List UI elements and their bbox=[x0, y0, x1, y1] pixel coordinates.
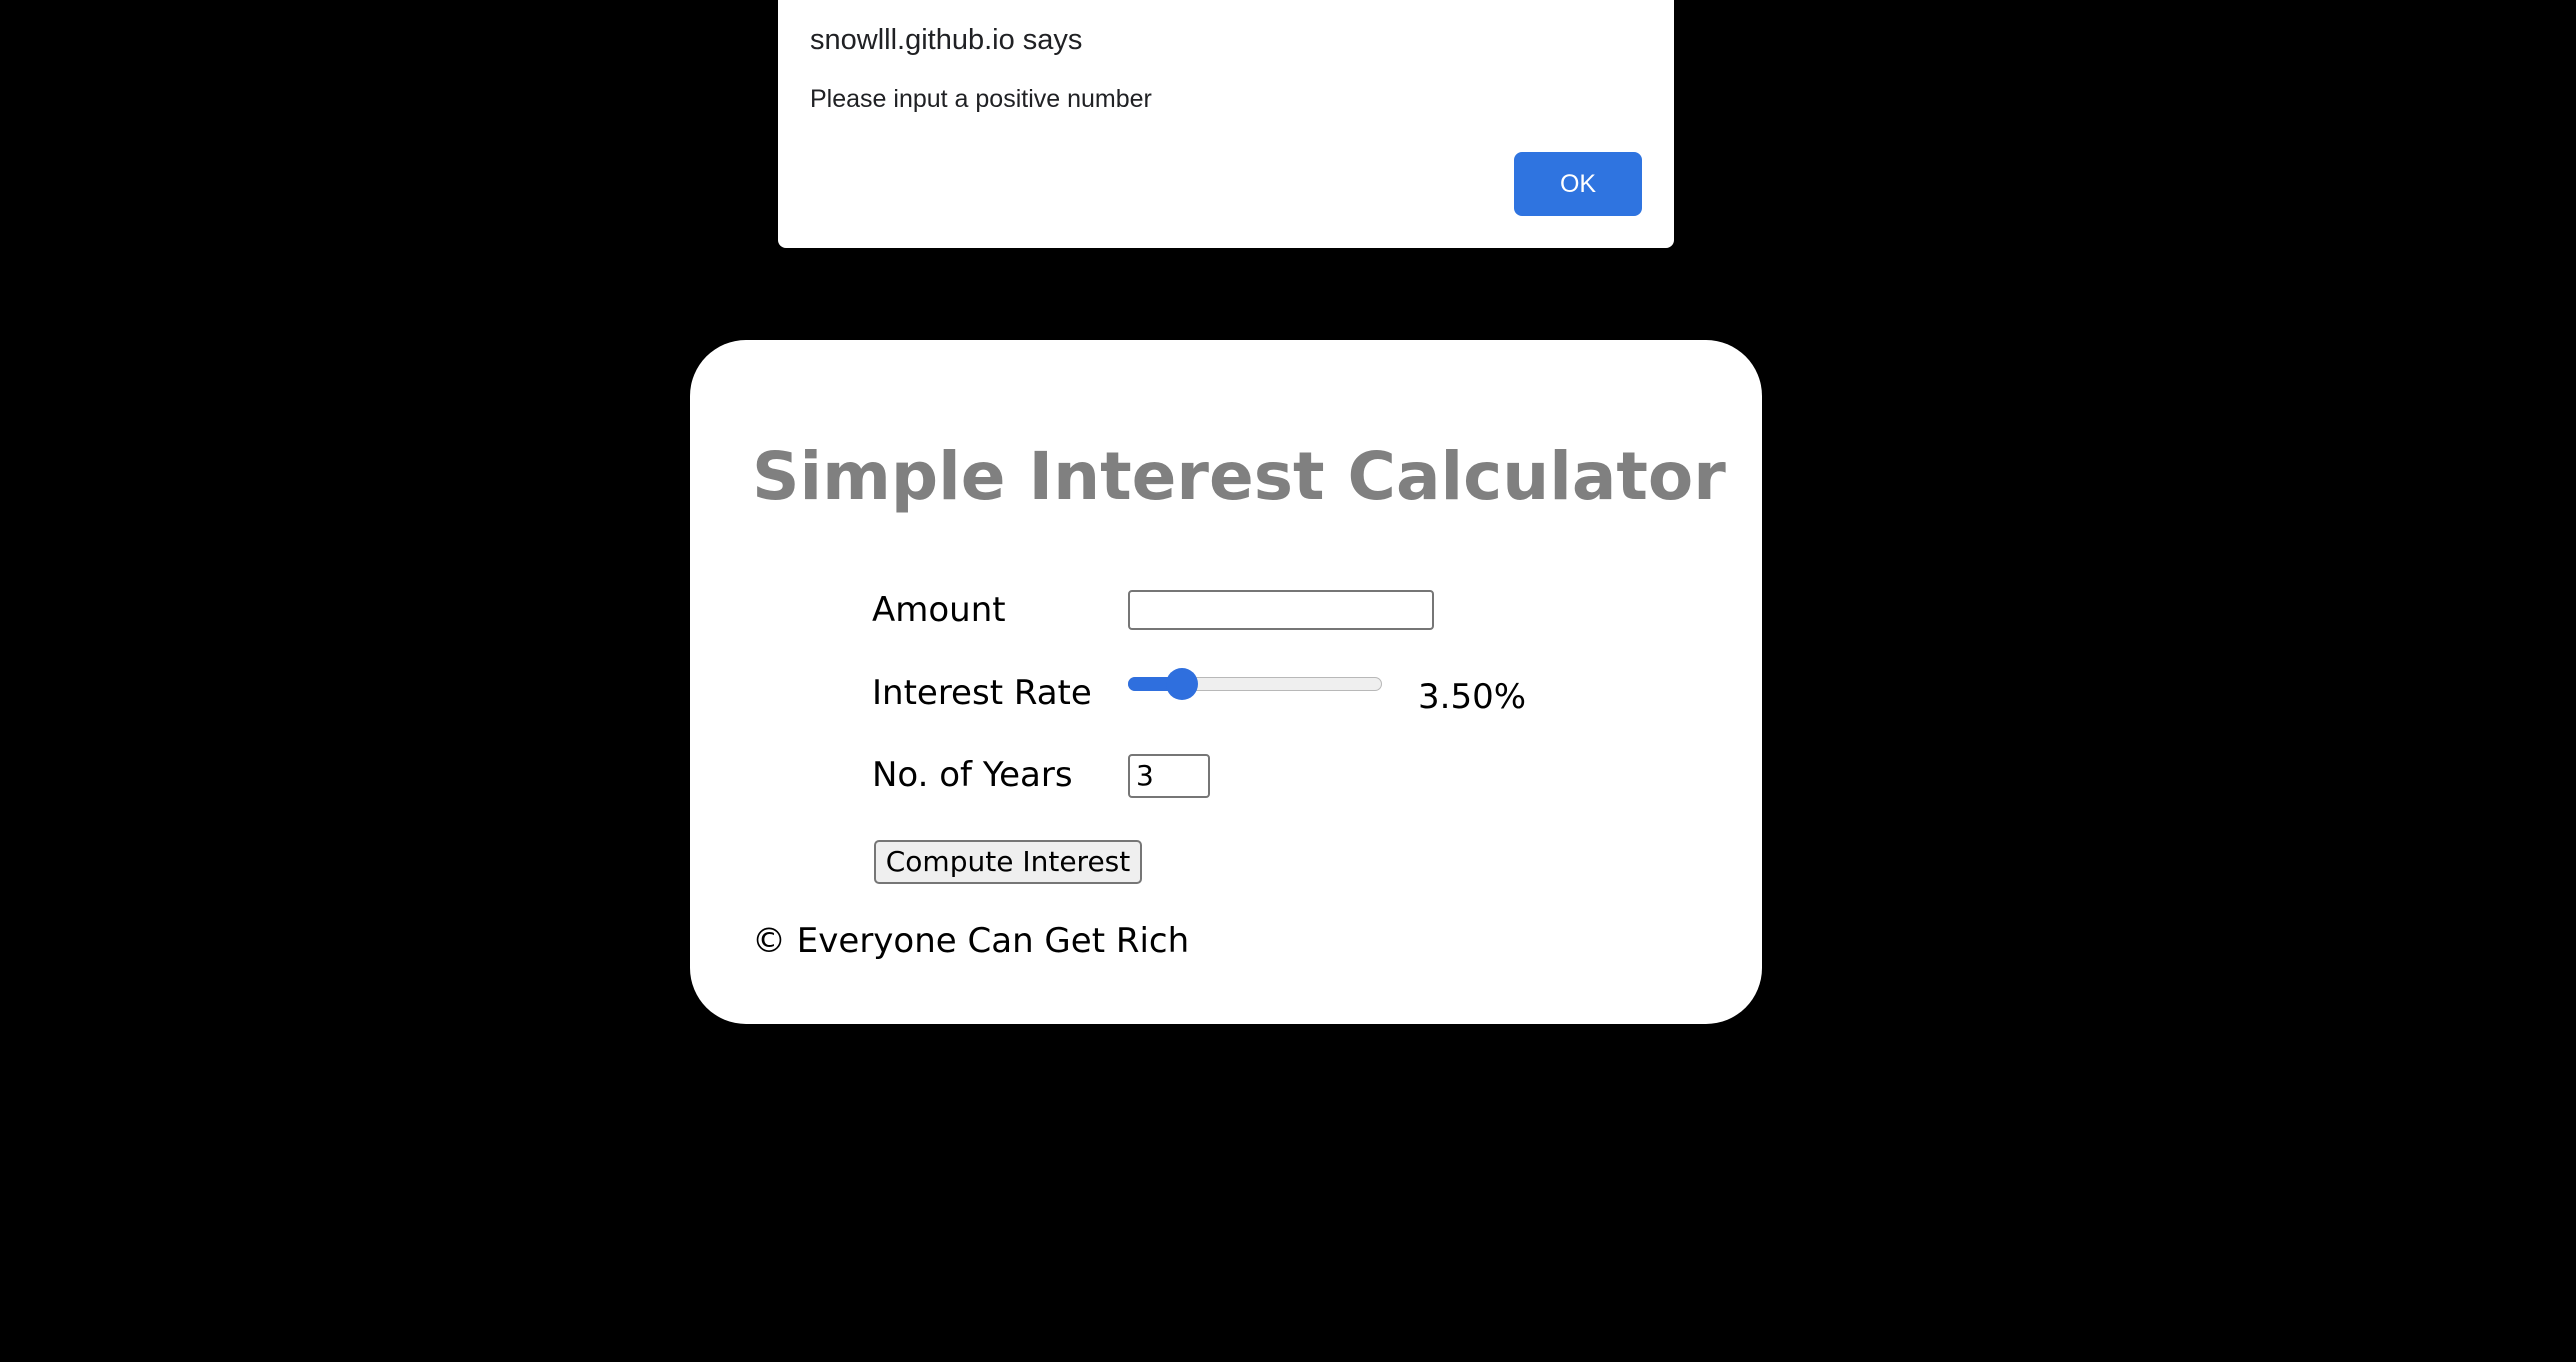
ok-button[interactable]: OK bbox=[1514, 152, 1642, 216]
slider-thumb[interactable] bbox=[1166, 668, 1198, 700]
compute-interest-button[interactable]: Compute Interest bbox=[874, 840, 1142, 884]
amount-label: Amount bbox=[872, 590, 1006, 630]
page-title: Simple Interest Calculator bbox=[752, 438, 1726, 515]
page-backdrop: Simple Interest Calculator Amount Intere… bbox=[0, 0, 2576, 1362]
dialog-message: Please input a positive number bbox=[810, 85, 1152, 113]
calculator-card: Simple Interest Calculator Amount Intere… bbox=[690, 340, 1762, 1024]
dialog-title: snowlll.github.io says bbox=[810, 24, 1083, 56]
footer-copyright: © Everyone Can Get Rich bbox=[752, 921, 1190, 961]
interest-rate-slider[interactable] bbox=[1128, 666, 1384, 702]
amount-input[interactable] bbox=[1128, 590, 1434, 630]
years-label: No. of Years bbox=[872, 755, 1073, 795]
interest-rate-label: Interest Rate bbox=[872, 673, 1092, 713]
years-input[interactable]: 3 bbox=[1128, 754, 1210, 798]
alert-dialog: snowlll.github.io says Please input a po… bbox=[778, 0, 1674, 248]
interest-rate-value: 3.50% bbox=[1418, 677, 1527, 717]
